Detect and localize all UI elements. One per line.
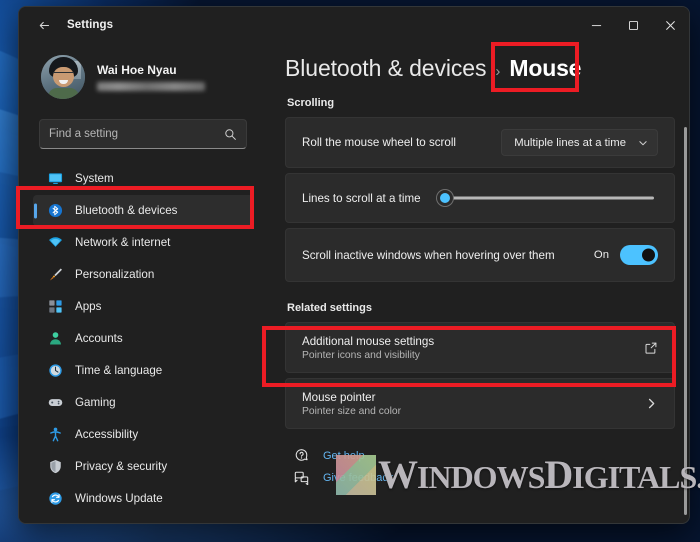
settings-window: Settings Wai Hoe Nyau Find a setting Sys… [18,6,690,524]
get-help-link[interactable]: Get help [293,447,675,464]
accessibility-icon [47,427,63,443]
sidebar: Wai Hoe Nyau Find a setting System Bluet… [19,43,267,523]
sidebar-item-accessibility[interactable]: Accessibility [33,419,253,450]
slider-track [450,196,654,200]
search-box[interactable] [39,119,247,149]
sidebar-nav: System Bluetooth & devices Network & int… [33,163,253,514]
sidebar-item-label: Personalization [75,268,155,281]
lines-to-scroll-slider[interactable] [436,188,654,208]
breadcrumb-separator-icon: › [495,63,501,80]
sidebar-item-label: Time & language [75,364,163,377]
window-controls [578,7,689,43]
wifi-icon [47,235,63,251]
breadcrumb: Bluetooth & devices › Mouse [285,43,675,97]
give-feedback-label: Give feedback [323,471,394,484]
related-settings-title: Related settings [287,302,372,314]
sidebar-item-accounts[interactable]: Accounts [33,323,253,354]
maximize-button[interactable] [615,7,652,43]
gamepad-icon [47,395,63,411]
additional-mouse-settings-subtitle: Pointer icons and visibility [302,349,420,361]
roll-mouse-wheel-label: Roll the mouse wheel to scroll [302,136,457,149]
shield-icon [47,459,63,475]
help-icon [293,447,310,464]
monitor-icon [47,171,63,187]
apps-grid-icon [47,299,63,315]
title-bar: Settings [19,7,689,43]
scroll-inactive-windows-label: Scroll inactive windows when hovering ov… [302,248,555,262]
sidebar-item-personalization[interactable]: Personalization [33,259,253,290]
get-help-label: Get help [323,449,365,462]
roll-mouse-wheel-card[interactable]: Roll the mouse wheel to scroll Multiple … [285,117,675,168]
paintbrush-icon [47,267,63,283]
sidebar-item-windows-update[interactable]: Windows Update [33,483,253,514]
breadcrumb-current-page: Mouse [509,55,582,81]
search-icon [224,128,237,141]
bluetooth-icon [47,203,63,219]
account-email-redacted [97,82,205,91]
mouse-pointer-title: Mouse pointer [302,390,376,404]
clock-icon [47,363,63,379]
slider-thumb[interactable] [436,190,453,206]
chevron-down-icon [638,138,648,148]
back-arrow-icon [39,21,49,29]
external-link-icon [644,341,658,355]
scroll-mode-value: Multiple lines at a time [514,136,626,149]
avatar [41,55,85,99]
scrolling-section-title: Scrolling [287,97,335,109]
sidebar-item-label: Accessibility [75,428,139,441]
sidebar-item-apps[interactable]: Apps [33,291,253,322]
sidebar-item-time-language[interactable]: Time & language [33,355,253,386]
back-button[interactable] [29,12,59,38]
search-input[interactable] [49,128,224,140]
account-name: Wai Hoe Nyau [97,63,177,77]
lines-to-scroll-card[interactable]: Lines to scroll at a time [285,173,675,223]
sidebar-item-label: Apps [75,300,102,313]
app-title: Settings [67,19,114,31]
chevron-right-icon [645,397,658,410]
toggle-state-label: On [593,249,609,261]
additional-mouse-settings-card[interactable]: Additional mouse settings Pointer icons … [285,322,675,373]
scroll-inactive-windows-toggle[interactable] [620,245,658,265]
mouse-pointer-subtitle: Pointer size and color [302,405,402,417]
additional-mouse-settings-title: Additional mouse settings [302,334,435,348]
sidebar-item-bluetooth-devices[interactable]: Bluetooth & devices [33,195,253,226]
content-panel: Bluetooth & devices › Mouse Scrolling Ro… [267,43,689,523]
sidebar-item-gaming[interactable]: Gaming [33,387,253,418]
sidebar-item-label: Accounts [75,332,123,345]
lines-to-scroll-label: Lines to scroll at a time [302,191,421,205]
content-scrollbar[interactable] [684,127,687,515]
close-button[interactable] [652,7,689,43]
update-icon [47,491,63,507]
toggle-knob [642,248,655,262]
close-icon [666,20,675,30]
sidebar-item-label: Bluetooth & devices [75,204,178,217]
scroll-mode-dropdown[interactable]: Multiple lines at a time [501,129,658,156]
minimize-button[interactable] [578,7,615,43]
give-feedback-link[interactable]: Give feedback [293,469,675,486]
sidebar-item-system[interactable]: System [33,163,253,194]
maximize-icon [629,20,638,30]
person-icon [47,331,63,347]
sidebar-item-network-internet[interactable]: Network & internet [33,227,253,258]
sidebar-item-label: Network & internet [75,236,171,249]
sidebar-item-privacy-security[interactable]: Privacy & security [33,451,253,482]
sidebar-item-label: Windows Update [75,492,163,505]
sidebar-item-label: Privacy & security [75,460,168,473]
account-block[interactable]: Wai Hoe Nyau [33,43,253,107]
feedback-icon [293,469,310,486]
window-body: Wai Hoe Nyau Find a setting System Bluet… [19,43,689,523]
minimize-icon [591,24,602,26]
breadcrumb-root-link[interactable]: Bluetooth & devices [285,55,487,82]
sidebar-item-label: Gaming [75,396,116,409]
mouse-pointer-card[interactable]: Mouse pointer Pointer size and color [285,378,675,429]
sidebar-item-label: System [75,172,114,185]
scroll-inactive-windows-card[interactable]: Scroll inactive windows when hovering ov… [285,228,675,282]
desktop: Settings Wai Hoe Nyau Find a setting Sys… [0,0,700,542]
footer-links: Get help Give feedback [285,447,675,486]
scrollbar-thumb[interactable] [684,127,687,515]
